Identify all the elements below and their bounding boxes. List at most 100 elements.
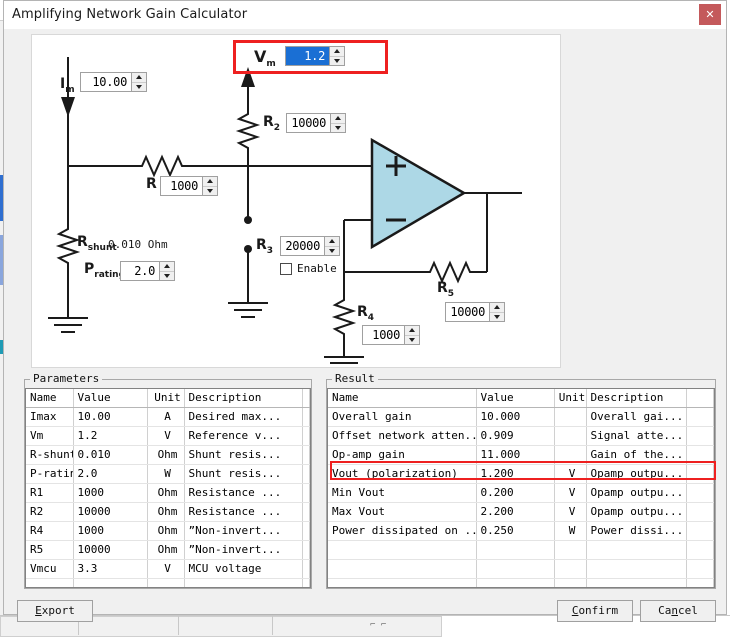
vm-value[interactable]: 1.2: [286, 47, 329, 65]
enable-checkbox[interactable]: Enable: [280, 262, 337, 275]
r4-value[interactable]: 1000: [363, 326, 404, 344]
export-button[interactable]: Export: [17, 600, 93, 622]
r3-spin-up[interactable]: [325, 237, 339, 246]
table-row-cell-0: Vm: [26, 426, 74, 446]
result-group-title: Result: [332, 372, 378, 385]
im-spinner-buttons[interactable]: [131, 73, 146, 91]
prating-spin-down[interactable]: [160, 270, 174, 280]
table-row[interactable]: Imax 10.00 A Desired max...: [26, 407, 310, 427]
table-row-cell-3: Shunt resis...: [184, 464, 303, 484]
table-row[interactable]: P-rating2.0WShunt resis...: [26, 464, 310, 484]
prating-label: Prating: [84, 261, 126, 280]
enable-checkbox-box[interactable]: [280, 262, 292, 275]
dialog-window: Amplifying Network Gain Calculator ✕ Im …: [3, 0, 727, 622]
r4-input[interactable]: 1000: [362, 325, 420, 345]
prating-value[interactable]: 2.0: [121, 262, 159, 280]
result-table-wrap[interactable]: Name Value Unit Description Overall gain 10.0…: [327, 388, 715, 588]
im-input[interactable]: 10.00: [80, 72, 147, 92]
table-row-empty-cell-pad: [686, 540, 714, 560]
vm-spin-down[interactable]: [330, 55, 344, 65]
table-row-cell-0: Offset network atten...: [328, 426, 477, 446]
table-row-empty: [328, 540, 714, 560]
r5-spinner-buttons[interactable]: [489, 303, 504, 321]
parameters-table-wrap[interactable]: Name Value Unit Description Imax 10.00 A Desire…: [25, 388, 311, 588]
im-value[interactable]: 10.00: [81, 73, 131, 91]
prating-input[interactable]: 2.0: [120, 261, 175, 281]
table-row[interactable]: Min Vout 0.200 V Opamp outpu...: [328, 483, 714, 503]
table-row-cell-pad: [686, 502, 714, 522]
table-row-cell-0: R2: [26, 502, 74, 522]
r4-spin-down[interactable]: [405, 334, 419, 344]
table-row-empty-cell-0: [328, 578, 477, 587]
table-row-cell-3: Desired max...: [184, 407, 303, 427]
table-row-cell-0: Overall gain: [328, 407, 477, 427]
table-row-empty-cell-1: [73, 578, 148, 587]
r2-input[interactable]: 10000: [286, 113, 346, 133]
vm-spin-up[interactable]: [330, 47, 344, 56]
r1-value[interactable]: 1000: [161, 177, 202, 195]
prating-spin-up[interactable]: [160, 262, 174, 271]
r5-spin-down[interactable]: [490, 311, 504, 321]
r4-spinner-buttons[interactable]: [404, 326, 419, 344]
confirm-button[interactable]: Confirm: [557, 600, 633, 622]
r3-input[interactable]: 20000: [280, 236, 340, 256]
table-row[interactable]: R2 10000 Ohm Resistance ...: [26, 502, 310, 522]
table-row-cell-2: Ohm: [147, 521, 185, 541]
table-row-empty-cell-2: [554, 578, 587, 587]
r2-spin-up[interactable]: [331, 114, 345, 123]
r1-spin-down[interactable]: [203, 185, 217, 195]
r4-spin-up[interactable]: [405, 326, 419, 335]
r2-value[interactable]: 10000: [287, 114, 330, 132]
im-spin-up[interactable]: [132, 73, 146, 82]
cancel-button[interactable]: Cancel: [640, 600, 716, 622]
r2-label: R2: [263, 114, 281, 133]
prating-spinner-buttons[interactable]: [159, 262, 174, 280]
table-row[interactable]: Vm 1.2 V Reference v...: [26, 426, 310, 446]
table-row[interactable]: R4 1000 Ohm ”Non-invert...: [26, 521, 310, 541]
r5-value[interactable]: 10000: [446, 303, 489, 321]
table-row-empty-cell-3: [184, 578, 303, 587]
r3-spin-down[interactable]: [325, 245, 339, 255]
table-row-cell-0: Imax: [26, 407, 74, 427]
table-row-cell-pad: [302, 483, 310, 503]
r3-spinner-buttons[interactable]: [324, 237, 339, 255]
r2-spinner-buttons[interactable]: [330, 114, 345, 132]
table-row-cell-pad: [302, 559, 310, 579]
table-row-cell-1: 3.3: [73, 559, 148, 579]
table-row[interactable]: R-shunt 0.010 Ohm Shunt resis...: [26, 445, 310, 465]
table-row[interactable]: R5 10000 Ohm ”Non-invert...: [26, 540, 310, 560]
rshunt-value-text: 0.010 Ohm: [108, 238, 168, 251]
table-row[interactable]: Vout (polarization) 1.200 V Opamp outpu...: [328, 464, 714, 484]
table-row-cell-1: 0.200: [476, 483, 555, 503]
r5-spin-up[interactable]: [490, 303, 504, 312]
table-row-cell-3: Opamp outpu...: [586, 483, 687, 503]
im-spin-down[interactable]: [132, 81, 146, 91]
table-row[interactable]: Overall gain 10.000 Overall gai...: [328, 407, 714, 427]
r1-spinner-buttons[interactable]: [202, 177, 217, 195]
schematic-canvas: Im 10.00 Vm 1.2 R2 10000 R 1000 Rshunt 0…: [31, 34, 561, 368]
vm-input[interactable]: 1.2: [285, 46, 345, 66]
vm-spinner-buttons[interactable]: [329, 47, 344, 65]
r3-value[interactable]: 20000: [281, 237, 324, 255]
table-header-row[interactable]: Name Value Unit Description: [328, 389, 714, 408]
table-row-cell-2: Ohm: [147, 540, 185, 560]
table-row-empty-cell-pad: [686, 578, 714, 587]
r1-input[interactable]: 1000: [160, 176, 218, 196]
table-row-cell-1: 1000: [73, 483, 148, 503]
table-row[interactable]: Offset network atten... 0.909 Signal atte.…: [328, 426, 714, 446]
table-row[interactable]: R1 1000 Ohm Resistance ...: [26, 483, 310, 503]
table-row-cell-pad: [686, 426, 714, 446]
table-row[interactable]: Max Vout 2.200 V Opamp outpu...: [328, 502, 714, 522]
table-row-cell-pad: [302, 407, 310, 427]
table-row-cell-0: Max Vout: [328, 502, 477, 522]
table-header-row[interactable]: Name Value Unit Description: [26, 389, 310, 408]
r5-input[interactable]: 10000: [445, 302, 505, 322]
table-row[interactable]: Op-amp gain 11.000 Gain of the...: [328, 445, 714, 465]
table-row[interactable]: Power dissipated on ... 0.250 W Power dissi…: [328, 521, 714, 541]
close-icon[interactable]: ✕: [699, 4, 721, 25]
table-row-cell-pad: [302, 502, 310, 522]
table-row[interactable]: Vmcu 3.3 V MCU voltage: [26, 559, 310, 579]
table-row-cell-pad: [302, 521, 310, 541]
r2-spin-down[interactable]: [331, 122, 345, 132]
r1-spin-up[interactable]: [203, 177, 217, 186]
